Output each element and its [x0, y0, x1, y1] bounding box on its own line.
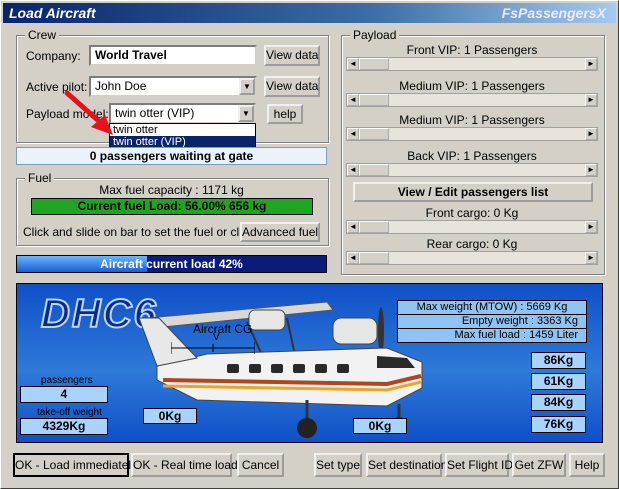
ok-real-time-load-button[interactable]: OK - Real time load	[131, 453, 238, 477]
cancel-button[interactable]: Cancel	[237, 453, 284, 477]
advanced-fuel-button[interactable]: Advanced fuel	[240, 222, 320, 242]
passengers-label: passengers	[41, 375, 93, 386]
brand-suffix: X	[596, 5, 606, 21]
aircraft-load-text: Aircraft current load 42%	[100, 257, 243, 271]
payload-model-dropdown: twin otter twin otter (VIP)	[109, 123, 256, 149]
crew-group-label: Crew	[25, 28, 60, 42]
fuel-load-bar[interactable]: Current fuel Load: 56.00% 656 kg	[31, 198, 313, 215]
right-arrow-icon[interactable]: ►	[585, 58, 597, 70]
front-cargo-label: Front cargo: 0 Kg	[425, 206, 519, 220]
load-aircraft-window: Load Aircraft FsPassengersX Crew Company…	[0, 0, 619, 489]
aircraft-load-bar: Aircraft current load 42%	[16, 255, 327, 273]
view-edit-passengers-button[interactable]: View / Edit passengers list	[353, 182, 593, 202]
title-bar[interactable]: Load Aircraft FsPassengersX	[3, 3, 616, 23]
section-weight-1: 86Kg	[531, 352, 586, 369]
gate-status-bar: 0 passengers waiting at gate	[16, 147, 327, 165]
rear-cargo-slider[interactable]: ◄ ►	[346, 251, 598, 265]
company-view-data-button[interactable]: View data	[264, 45, 320, 66]
section-weight-2: 61Kg	[531, 373, 586, 390]
right-arrow-icon[interactable]: ►	[585, 221, 597, 233]
aircraft-panel: DHC6 Aircraft CG V Max weight (MTOW): 5…	[16, 283, 603, 443]
fuel-hint: Click and slide on bar to set the fuel o…	[23, 225, 261, 239]
company-field[interactable]: World Travel	[89, 45, 257, 66]
red-arrow-icon	[64, 90, 113, 135]
right-arrow-icon[interactable]: ►	[585, 252, 597, 264]
brand-prefix: FsPassengers	[501, 5, 597, 21]
rear-cargo-weight: 0Kg	[353, 418, 407, 434]
right-arrow-icon[interactable]: ►	[585, 128, 597, 140]
dropdown-option[interactable]: twin otter	[110, 124, 255, 136]
takeoff-weight-value: 4329Kg	[20, 418, 108, 435]
left-arrow-icon[interactable]: ◄	[347, 221, 359, 233]
max-fuel-capacity: Max fuel capacity : 1171 kg	[99, 183, 244, 197]
left-arrow-icon[interactable]: ◄	[347, 58, 359, 70]
front-cargo-weight: 0Kg	[143, 408, 197, 424]
rear-cargo-label: Rear cargo: 0 Kg	[426, 237, 518, 251]
pilot-view-data-button[interactable]: View data	[264, 76, 320, 97]
company-label: Company:	[26, 49, 81, 63]
payload-section-label: Front VIP: 1 Passengers	[406, 43, 538, 57]
max-fuel-load-box: Max fuel load : 1459 Liter	[397, 328, 587, 343]
cg-scale-icon	[171, 342, 255, 354]
left-arrow-icon[interactable]: ◄	[347, 94, 359, 106]
set-destination-button[interactable]: Set destination	[366, 453, 447, 477]
chevron-down-icon[interactable]: ▼	[238, 105, 254, 122]
medium-vip-slider-2[interactable]: ◄ ►	[346, 127, 598, 141]
takeoff-weight-label: take-off weight	[37, 407, 102, 418]
payload-model-value: twin otter (VIP)	[115, 106, 195, 120]
slider-thumb[interactable]	[359, 252, 389, 264]
front-cargo-slider[interactable]: ◄ ►	[346, 220, 598, 234]
set-flight-id-button[interactable]: Set Flight ID	[445, 453, 513, 477]
slider-thumb[interactable]	[359, 128, 389, 140]
empty-weight-box: Empty weight : 3363 Kg	[397, 314, 587, 329]
right-arrow-icon[interactable]: ►	[585, 164, 597, 176]
left-arrow-icon[interactable]: ◄	[347, 252, 359, 264]
slider-thumb[interactable]	[359, 164, 389, 176]
chevron-down-icon[interactable]: ▼	[239, 78, 255, 95]
window-title: Load Aircraft	[9, 5, 96, 21]
aircraft-cg-label: Aircraft CG	[193, 322, 253, 336]
slider-thumb[interactable]	[359, 221, 389, 233]
get-zfw-button[interactable]: Get ZFW	[512, 453, 566, 477]
section-weight-3: 84Kg	[531, 394, 586, 411]
help-button[interactable]: Help	[569, 453, 605, 477]
slider-thumb[interactable]	[359, 94, 389, 106]
front-vip-slider[interactable]: ◄ ►	[346, 57, 598, 71]
help-small-button[interactable]: help	[267, 104, 303, 124]
left-arrow-icon[interactable]: ◄	[347, 128, 359, 140]
payload-section-label: Back VIP: 1 Passengers	[407, 149, 537, 163]
payload-model-select[interactable]: twin otter (VIP) ▼	[109, 103, 256, 124]
set-type-button[interactable]: Set type	[314, 453, 362, 477]
ok-load-immediately-button[interactable]: OK - Load immediately	[13, 453, 137, 477]
brand-logo: FsPassengersX	[502, 5, 606, 21]
left-arrow-icon[interactable]: ◄	[347, 164, 359, 176]
medium-vip-slider-1[interactable]: ◄ ►	[346, 93, 598, 107]
section-weight-4: 76Kg	[531, 416, 586, 433]
payload-section-label: Medium VIP: 1 Passengers	[399, 113, 545, 127]
mtow-box: Max weight (MTOW) : 5669 Kg	[397, 300, 587, 315]
right-arrow-icon[interactable]: ►	[585, 94, 597, 106]
back-vip-slider[interactable]: ◄ ►	[346, 163, 598, 177]
slider-thumb[interactable]	[359, 58, 389, 70]
payload-group-label: Payload	[350, 28, 400, 42]
payload-section-label: Medium VIP: 1 Passengers	[399, 79, 545, 93]
passengers-count: 4	[20, 386, 108, 403]
